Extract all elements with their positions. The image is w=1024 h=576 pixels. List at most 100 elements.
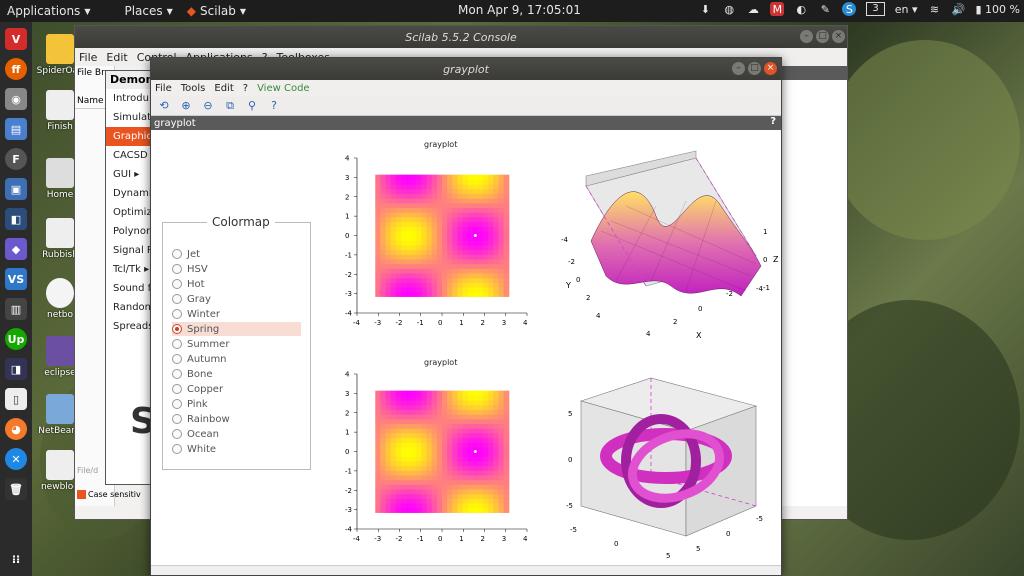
- fedora-icon[interactable]: F: [5, 148, 27, 170]
- colormap-option-bone[interactable]: Bone: [172, 367, 212, 381]
- firefox-icon[interactable]: ff: [5, 58, 27, 80]
- heatmap-cell: [375, 272, 382, 279]
- menu-file[interactable]: File: [155, 83, 172, 94]
- heatmap-cell: [390, 451, 397, 457]
- clock[interactable]: Mon Apr 9, 17:05:01: [458, 3, 581, 17]
- maximize-icon[interactable]: □: [748, 62, 761, 75]
- maximize-icon[interactable]: □: [816, 30, 829, 43]
- tray-app-icon[interactable]: ◐: [794, 2, 808, 16]
- colormap-option-autumn[interactable]: Autumn: [172, 352, 227, 366]
- menu-view-code[interactable]: View Code: [257, 83, 310, 94]
- volume-icon[interactable]: 🔊: [951, 2, 966, 16]
- heatmap-cell: [462, 414, 469, 420]
- colormap-option-hot[interactable]: Hot: [172, 277, 205, 291]
- language-indicator[interactable]: en ▾: [895, 3, 918, 16]
- heatmap-cell: [375, 456, 382, 462]
- heatmap-cell: [472, 198, 479, 204]
- tray-app-icon[interactable]: ✎: [818, 2, 832, 16]
- heatmap-cell: [467, 282, 474, 288]
- menu-tools[interactable]: Tools: [181, 83, 206, 94]
- heatmap-cell: [472, 258, 479, 265]
- heatmap-cell: [493, 268, 500, 274]
- places-menu[interactable]: Places ▼: [117, 4, 179, 18]
- vscode-icon[interactable]: VS: [5, 268, 27, 290]
- heatmap-cell: [421, 432, 428, 439]
- heatmap-cell: [431, 263, 438, 269]
- menu-edit[interactable]: Edit: [214, 83, 233, 94]
- colormap-option-pink[interactable]: Pink: [172, 397, 208, 411]
- battery-indicator[interactable]: ▮ 100 %: [975, 3, 1020, 16]
- virtualbox-icon[interactable]: ▣: [5, 178, 27, 200]
- heatmap-cell: [488, 212, 494, 218]
- heatmap-cell: [400, 507, 407, 513]
- files-icon[interactable]: ▤: [5, 118, 27, 140]
- colormap-option-rainbow[interactable]: Rainbow: [172, 412, 230, 426]
- wifi-icon[interactable]: ≋: [927, 2, 941, 16]
- show-apps-icon[interactable]: ⁝⁝: [5, 548, 27, 570]
- menu-help[interactable]: ?: [243, 83, 248, 94]
- console-text-area[interactable]: [777, 66, 847, 506]
- blender-icon[interactable]: ◕: [5, 418, 27, 440]
- app-icon[interactable]: ◧: [5, 208, 27, 230]
- grayplot-chart-top[interactable]: -4 -3 -2 -1 0 1 2 3 443210-1-2-3-4: [337, 150, 537, 340]
- cloud-icon[interactable]: ☁: [746, 2, 760, 16]
- colormap-option-copper[interactable]: Copper: [172, 382, 223, 396]
- close-icon[interactable]: ×: [764, 62, 777, 75]
- heatmap-cell: [493, 484, 500, 490]
- colormap-option-jet[interactable]: Jet: [172, 247, 200, 261]
- app-menu[interactable]: ◆ Scilab ▼: [180, 4, 253, 18]
- colormap-option-label: Jet: [187, 248, 201, 260]
- colormap-option-hsv[interactable]: HSV: [172, 262, 208, 276]
- heatmap-cell: [426, 446, 433, 453]
- applications-menu[interactable]: Applications ▼: [0, 4, 97, 18]
- heatmap-cell: [416, 277, 423, 283]
- x-tick-label: -2: [396, 535, 403, 543]
- help-icon[interactable]: ?: [265, 98, 283, 114]
- vivaldi-icon[interactable]: V: [5, 28, 27, 50]
- heatmap-cell: [483, 400, 489, 406]
- app-icon[interactable]: ◨: [5, 358, 27, 380]
- grayplot-titlebar[interactable]: grayplot – □ ×: [151, 58, 781, 80]
- menu-edit[interactable]: Edit: [106, 51, 127, 64]
- menu-file[interactable]: File: [79, 51, 97, 64]
- close-icon[interactable]: ×: [832, 30, 845, 43]
- heatmap-cell: [406, 221, 412, 227]
- heatmap-cell: [380, 437, 387, 443]
- skype-icon[interactable]: S: [842, 2, 857, 16]
- heatmap-cell: [375, 216, 382, 223]
- upwork-icon[interactable]: Up: [5, 328, 27, 350]
- disk-icon[interactable]: ◉: [5, 88, 27, 110]
- heatmap-cell: [447, 244, 453, 251]
- app-icon[interactable]: ◆: [5, 238, 27, 260]
- edit-axes-icon[interactable]: ⚲: [243, 98, 261, 114]
- document-icon[interactable]: ▯: [5, 388, 27, 410]
- tray-app-icon[interactable]: ◍: [722, 2, 736, 16]
- grayplot-chart-bottom[interactable]: -4 -3 -2 -1 0 1 2 3 443210-1-2-3-4: [337, 366, 537, 556]
- extension-icon[interactable]: ⬇: [698, 2, 712, 16]
- datatip-icon[interactable]: ⧉: [221, 98, 239, 114]
- surface-plot[interactable]: -4 -2 0 2 4 X -4 -2 0 2 4 Y 1 0 -1 Z: [556, 146, 781, 341]
- zoom-out-icon[interactable]: ⊖: [199, 98, 217, 114]
- colormap-option-gray[interactable]: Gray: [172, 292, 211, 306]
- library-icon[interactable]: ▥: [5, 298, 27, 320]
- colormap-option-summer[interactable]: Summer: [172, 337, 229, 351]
- colormap-option-spring[interactable]: Spring: [172, 322, 301, 336]
- path-field[interactable]: File/d: [77, 466, 98, 475]
- dock-help-button[interactable]: ?: [770, 116, 776, 127]
- colormap-option-ocean[interactable]: Ocean: [172, 427, 219, 441]
- colormap-option-white[interactable]: White: [172, 442, 216, 456]
- minimize-icon[interactable]: –: [732, 62, 745, 75]
- minimize-icon[interactable]: –: [800, 30, 813, 43]
- colormap-option-winter[interactable]: Winter: [172, 307, 220, 321]
- heatmap-cell: [395, 409, 402, 415]
- app-icon[interactable]: ✕: [5, 448, 27, 470]
- workspace-indicator[interactable]: 3: [866, 2, 885, 16]
- console-titlebar[interactable]: Scilab 5.5.2 Console – □ ×: [75, 26, 847, 48]
- torus-knot-plot[interactable]: 5 0 -5 -5 0 5 5 0 -5: [556, 366, 781, 566]
- heatmap-cell: [472, 216, 479, 223]
- trash-icon[interactable]: 🗑: [5, 478, 27, 500]
- heatmap-cell: [452, 254, 458, 260]
- gmail-icon[interactable]: M: [770, 2, 785, 16]
- zoom-in-icon[interactable]: ⊕: [177, 98, 195, 114]
- rotate-icon[interactable]: ⟲: [155, 98, 173, 114]
